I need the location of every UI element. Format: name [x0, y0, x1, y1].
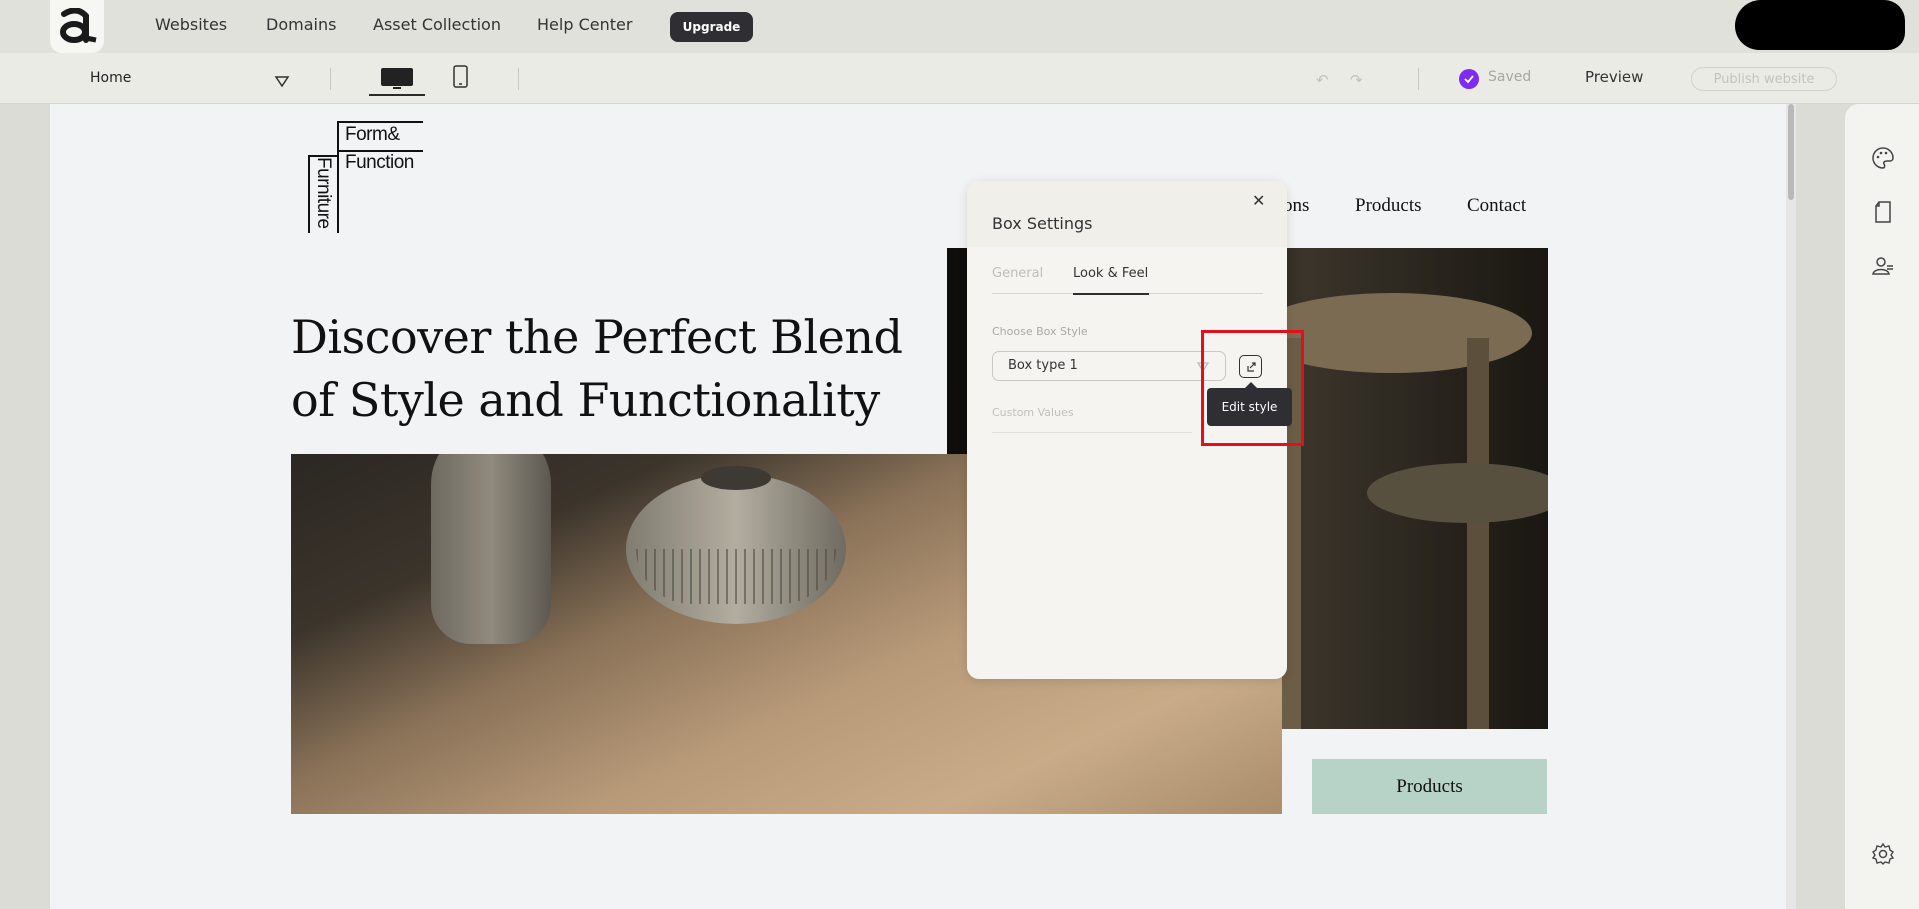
nav-help-center[interactable]: Help Center: [537, 15, 632, 34]
saved-status: Saved: [1488, 69, 1532, 85]
top-navigation: Websites Domains Asset Collection Help C…: [0, 0, 1919, 53]
divider: [1418, 68, 1419, 90]
upgrade-button[interactable]: Upgrade: [670, 12, 753, 42]
canvas-scrollbar[interactable]: [1786, 104, 1796, 909]
site-nav-contact[interactable]: Contact: [1467, 195, 1526, 217]
gear-icon[interactable]: [1871, 842, 1895, 866]
logo-text-function: Function: [345, 152, 414, 173]
account-avatar[interactable]: [1735, 0, 1905, 50]
nav-asset-collection[interactable]: Asset Collection: [373, 15, 501, 34]
custom-values-label: Custom Values: [992, 406, 1074, 419]
saved-check-icon: [1459, 69, 1479, 89]
chevron-down-icon[interactable]: [274, 73, 290, 89]
redo-icon[interactable]: ↷: [1350, 71, 1363, 89]
box-style-select[interactable]: Box type 1: [992, 351, 1226, 381]
highlight-box: [1201, 330, 1304, 446]
desktop-view-button[interactable]: [369, 63, 425, 96]
scroll-thumb[interactable]: [1788, 104, 1794, 200]
users-icon[interactable]: [1871, 254, 1895, 278]
mobile-icon[interactable]: [452, 65, 470, 89]
products-button[interactable]: Products: [1312, 759, 1547, 814]
app-logo-icon: [60, 7, 97, 43]
page-selector[interactable]: Home: [90, 70, 131, 86]
close-icon[interactable]: ✕: [1252, 191, 1265, 210]
publish-website-button[interactable]: Publish website: [1691, 67, 1837, 91]
choose-box-style-label: Choose Box Style: [992, 325, 1088, 338]
hero-headline[interactable]: Discover the Perfect Blend of Style and …: [291, 306, 931, 432]
panel-title: Box Settings: [992, 214, 1093, 233]
divider: [330, 68, 331, 90]
custom-values-divider: [992, 432, 1192, 433]
active-tab-indicator: [1073, 293, 1149, 295]
tab-look-and-feel[interactable]: Look & Feel: [1073, 266, 1148, 281]
preview-button[interactable]: Preview: [1585, 68, 1643, 86]
logo-text-form: Form&: [345, 124, 400, 145]
site-logo[interactable]: Form& Function Furniture: [308, 121, 423, 233]
right-sidebar: [1845, 104, 1919, 909]
box-style-value: Box type 1: [1008, 358, 1078, 373]
nav-websites[interactable]: Websites: [155, 15, 227, 34]
logo-text-furniture: Furniture: [313, 157, 334, 229]
page-icon[interactable]: [1871, 200, 1895, 224]
editor-toolbar: Home ↶ ↷ Saved Preview Publish website: [0, 53, 1919, 104]
palette-icon[interactable]: [1871, 146, 1895, 170]
divider: [518, 68, 519, 90]
tab-general[interactable]: General: [992, 266, 1043, 281]
desktop-icon: [381, 68, 413, 89]
site-nav-products[interactable]: Products: [1355, 195, 1422, 217]
nav-domains[interactable]: Domains: [266, 15, 336, 34]
app-logo-button[interactable]: [50, 0, 104, 53]
undo-icon[interactable]: ↶: [1316, 71, 1329, 89]
